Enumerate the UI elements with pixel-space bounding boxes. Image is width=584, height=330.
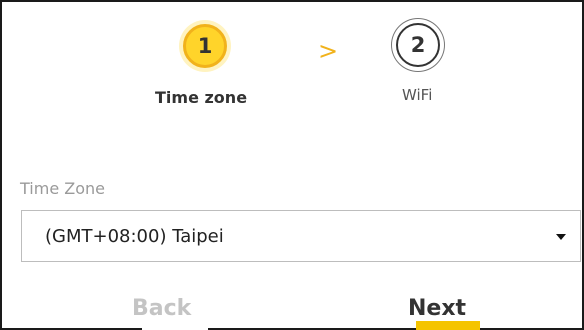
caret-down-icon [556,234,566,240]
back-button-base [142,322,208,330]
step-1-number: 1 [197,34,213,58]
next-button[interactable]: Next [408,298,466,320]
step-1-indicator: 1 [183,24,227,68]
step-1-label: Time zone [155,88,248,107]
step-separator-icon: > [318,37,339,65]
next-button-highlight [416,321,480,330]
setup-wizard-panel: 1 > 2 Time zone WiFi Time Zone (GMT+08:0… [0,0,584,330]
step-2-label: WiFi [402,86,433,104]
step-2-indicator: 2 [396,23,440,67]
step-2-number: 2 [410,33,426,57]
time-zone-label: Time Zone [20,179,105,198]
back-button[interactable]: Back [132,298,191,320]
time-zone-selected-value: (GMT+08:00) Taipei [45,226,224,247]
time-zone-select[interactable]: (GMT+08:00) Taipei [21,210,581,262]
